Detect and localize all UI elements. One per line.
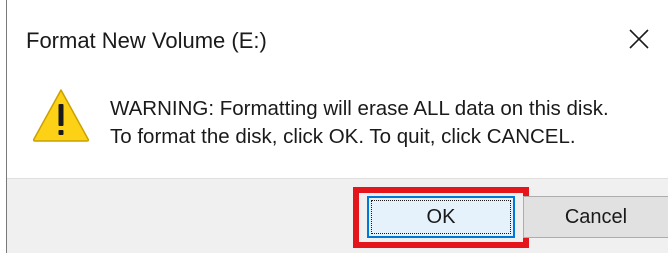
warning-message: WARNING: Formatting will erase ALL data …: [110, 95, 609, 151]
title-bar: Format New Volume (E:): [7, 0, 668, 78]
button-bar: OK Cancel: [7, 178, 668, 253]
message-line-1: WARNING: Formatting will erase ALL data …: [110, 97, 609, 120]
warning-triangle-icon: [32, 89, 90, 142]
cancel-button[interactable]: Cancel: [523, 196, 668, 238]
message-line-2: To format the disk, click OK. To quit, c…: [110, 125, 576, 148]
close-button[interactable]: [613, 16, 665, 62]
dialog-title: Format New Volume (E:): [26, 28, 267, 53]
close-icon: [629, 29, 649, 49]
ok-button[interactable]: OK: [367, 196, 515, 238]
format-dialog: Format New Volume (E:) WARNING: Formatti…: [6, 0, 668, 253]
